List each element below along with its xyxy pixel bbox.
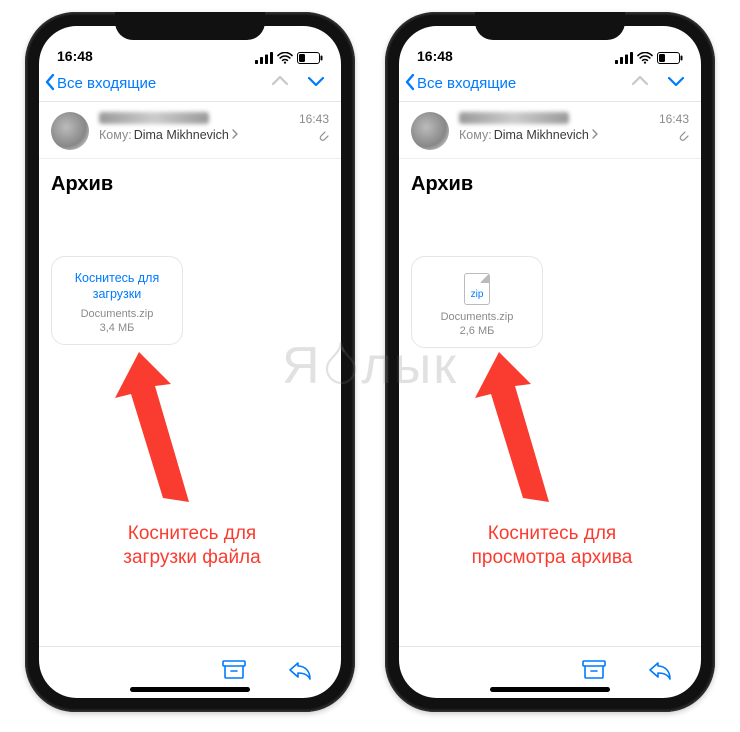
attachment-tile[interactable]: Коснитесь для загрузки Documents.zip 3,4…: [51, 256, 183, 345]
attachment-size: 2,6 МБ: [420, 325, 534, 337]
battery-icon: [657, 52, 683, 64]
status-indicators: [615, 52, 683, 64]
back-button[interactable]: Все входящие: [43, 72, 156, 96]
subject: Архив: [39, 159, 341, 202]
avatar[interactable]: [51, 112, 89, 150]
avatar[interactable]: [411, 112, 449, 150]
annotation-caption: Коснитесь для просмотра архива: [457, 522, 647, 570]
next-message-button[interactable]: [305, 71, 327, 96]
home-indicator[interactable]: [130, 687, 250, 692]
message-body: zip Documents.zip 2,6 МБ Коснитесь для п…: [399, 202, 701, 646]
wifi-icon: [277, 52, 293, 64]
screen: 16:48 Все входящие: [39, 26, 341, 698]
subject: Архив: [399, 159, 701, 202]
reply-button[interactable]: [647, 659, 673, 686]
prev-message-button[interactable]: [629, 71, 651, 96]
archive-button[interactable]: [221, 658, 247, 687]
signal-icon: [615, 52, 633, 64]
phone-frame: 16:48 Все входящие: [385, 12, 715, 712]
battery-icon: [297, 52, 323, 64]
chevron-left-icon: [43, 72, 57, 96]
annotation-arrow: [109, 352, 209, 517]
attachment-icon: [659, 129, 689, 144]
status-time: 16:48: [417, 48, 453, 64]
file-icon: zip: [464, 273, 490, 305]
message-time: 16:43: [659, 112, 689, 126]
prev-message-button[interactable]: [269, 71, 291, 96]
phone-frame: 16:48 Все входящие: [25, 12, 355, 712]
status-indicators: [255, 52, 323, 64]
attachment-filename: Documents.zip: [60, 308, 174, 320]
sender-name-redacted: [99, 112, 209, 124]
reply-button[interactable]: [287, 659, 313, 686]
back-label: Все входящие: [417, 75, 516, 92]
nav-bar: Все входящие: [39, 66, 341, 102]
back-label: Все входящие: [57, 75, 156, 92]
annotation-caption: Коснитесь для загрузки файла: [97, 522, 287, 570]
recipient-line[interactable]: Кому: Dima Mikhnevich: [459, 128, 659, 142]
notch: [475, 12, 625, 40]
attachment-filename: Documents.zip: [420, 311, 534, 323]
attachment-size: 3,4 МБ: [60, 322, 174, 334]
tap-to-download-text: Коснитесь для загрузки: [60, 271, 174, 302]
sender-name-redacted: [459, 112, 569, 124]
recipient-line[interactable]: Кому: Dima Mikhnevich: [99, 128, 299, 142]
message-time: 16:43: [299, 112, 329, 126]
back-button[interactable]: Все входящие: [403, 72, 516, 96]
next-message-button[interactable]: [665, 71, 687, 96]
chevron-right-icon: [591, 128, 599, 142]
message-header: Кому: Dima Mikhnevich 16:43: [399, 102, 701, 159]
file-ext: zip: [465, 289, 489, 300]
chevron-right-icon: [231, 128, 239, 142]
notch: [115, 12, 265, 40]
status-time: 16:48: [57, 48, 93, 64]
home-indicator[interactable]: [490, 687, 610, 692]
attachment-icon: [299, 129, 329, 144]
screen: 16:48 Все входящие: [399, 26, 701, 698]
attachment-tile[interactable]: zip Documents.zip 2,6 МБ: [411, 256, 543, 348]
annotation-arrow: [469, 352, 569, 517]
chevron-left-icon: [403, 72, 417, 96]
message-header: Кому: Dima Mikhnevich 16:43: [39, 102, 341, 159]
nav-bar: Все входящие: [399, 66, 701, 102]
archive-button[interactable]: [581, 658, 607, 687]
signal-icon: [255, 52, 273, 64]
message-body: Коснитесь для загрузки Documents.zip 3,4…: [39, 202, 341, 646]
wifi-icon: [637, 52, 653, 64]
